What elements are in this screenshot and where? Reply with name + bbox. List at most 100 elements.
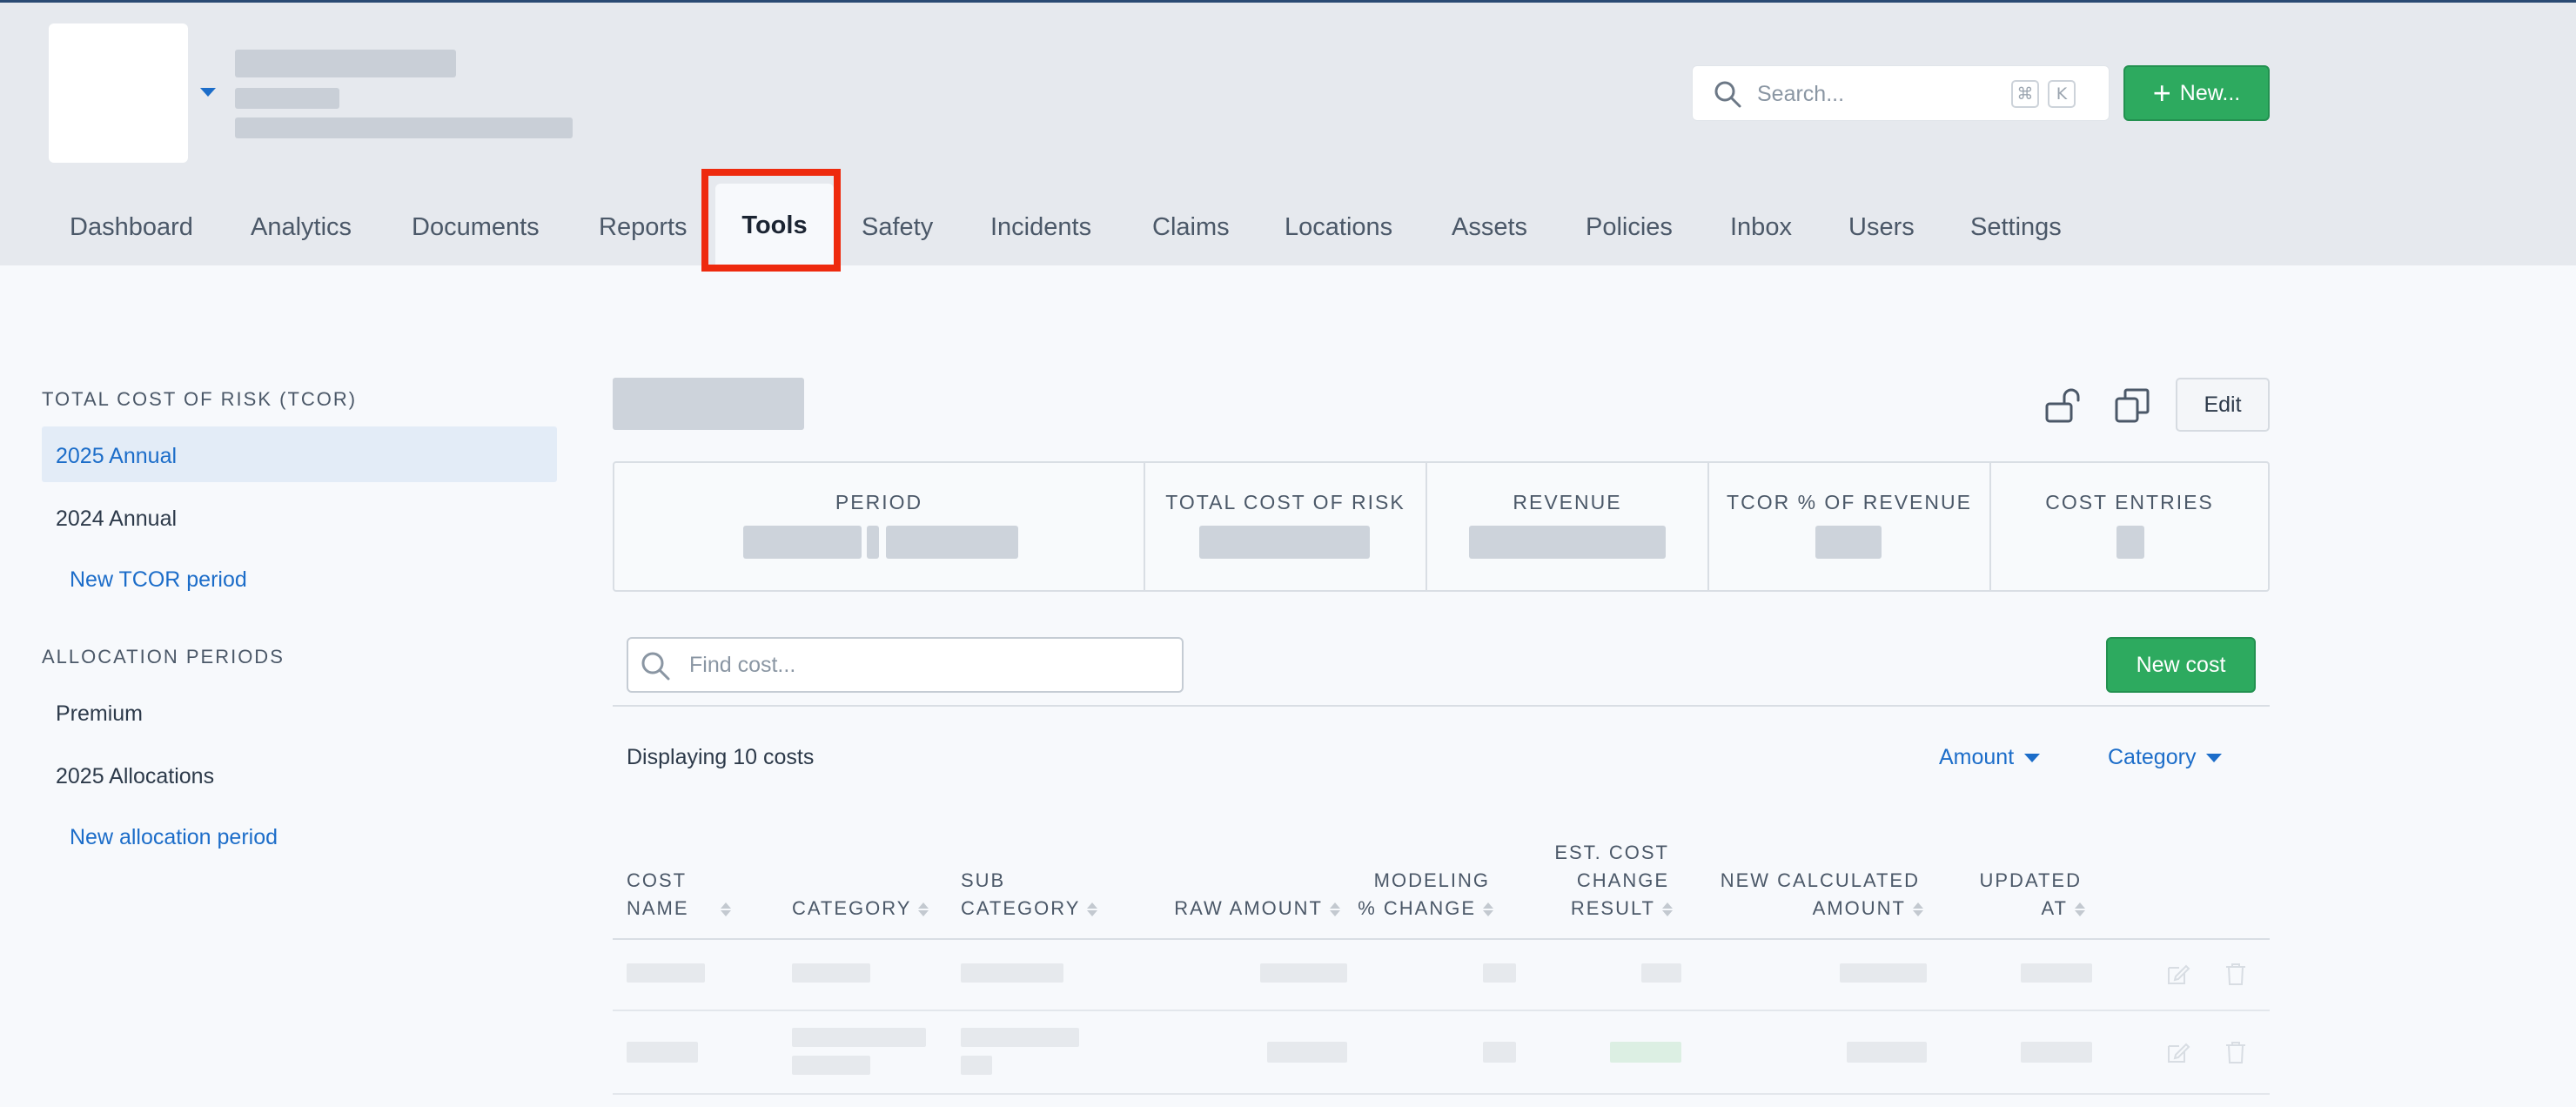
row-cell-placeholder — [1483, 1042, 1516, 1063]
org-subtitle-placeholder — [235, 88, 339, 109]
trash-icon[interactable] — [2223, 961, 2249, 987]
col-sub-category-line2: CATEGORY — [961, 897, 1081, 919]
row-cell-placeholder — [627, 1042, 698, 1063]
col-cost-name[interactable]: COST NAME — [627, 867, 731, 922]
plus-icon: + — [2152, 75, 2171, 111]
sort-icon — [2075, 902, 2085, 917]
col-raw-amount[interactable]: RAW AMOUNT — [1149, 895, 1340, 922]
col-est-cost-change[interactable]: EST. COST CHANGE RESULT — [1523, 839, 1673, 922]
new-allocation-period-link[interactable]: New allocation period — [70, 825, 278, 850]
col-category[interactable]: CATEGORY — [792, 895, 929, 922]
nav-tools[interactable]: Tools — [715, 184, 834, 267]
chevron-down-icon — [2024, 754, 2041, 763]
sort-icon — [918, 902, 929, 917]
col-updated-at[interactable]: UPDATED AT — [1949, 867, 2085, 922]
nav-users[interactable]: Users — [1848, 213, 1915, 242]
global-search[interactable]: Search... ⌘ K — [1692, 65, 2110, 121]
row-cell-placeholder — [1610, 1042, 1681, 1063]
col-cost-name-line2: NAME — [627, 897, 689, 919]
row-cell-placeholder — [2021, 963, 2092, 983]
row-cell-placeholder — [1641, 963, 1681, 983]
stat-total-cost: TOTAL COST OF RISK — [1145, 463, 1427, 590]
stat-entries-label: COST ENTRIES — [2045, 491, 2214, 513]
main-nav: Dashboard Analytics Documents Reports To… — [0, 168, 2576, 267]
stat-period-start-placeholder — [743, 526, 862, 559]
page-title-placeholder — [613, 378, 804, 430]
edit-button[interactable]: Edit — [2176, 378, 2270, 432]
results-count: Displaying 10 costs — [627, 745, 815, 769]
app-header: Search... ⌘ K + New... Dashboard Analyti… — [0, 3, 2576, 267]
col-sub-category-line1: SUB — [961, 869, 1006, 891]
stat-cost-entries: COST ENTRIES — [1991, 463, 2268, 590]
org-logo[interactable] — [49, 23, 188, 163]
col-modeling-line2: % CHANGE — [1358, 897, 1476, 919]
sidebar-item-2024-annual[interactable]: 2024 Annual — [42, 489, 557, 545]
col-new-calculated-amount[interactable]: NEW CALCULATED AMOUNT — [1680, 867, 1923, 922]
sidebar-item-premium[interactable]: Premium — [42, 684, 557, 740]
sidebar-item-2025-allocations[interactable]: 2025 Allocations — [42, 747, 557, 802]
nav-safety[interactable]: Safety — [862, 213, 933, 242]
tcor-heading: TOTAL COST OF RISK (TCOR) — [42, 388, 358, 410]
stat-period-label: PERIOD — [835, 491, 923, 513]
sort-icon — [1483, 902, 1493, 917]
edit-icon[interactable] — [2165, 961, 2191, 987]
nav-reports[interactable]: Reports — [599, 213, 688, 242]
find-cost-field[interactable] — [627, 637, 1184, 693]
col-category-label: CATEGORY — [792, 897, 912, 919]
tcor-summary: PERIOD TOTAL COST OF RISK REVENUE TCOR %… — [613, 461, 2270, 592]
new-tcor-period-link[interactable]: New TCOR period — [70, 567, 247, 593]
nav-analytics[interactable]: Analytics — [251, 213, 352, 242]
org-detail-placeholder — [235, 117, 573, 138]
find-cost-input[interactable] — [689, 647, 1159, 682]
sort-icon — [1330, 902, 1340, 917]
row-cell-placeholder — [961, 963, 1063, 983]
stat-revenue-value-placeholder — [1469, 526, 1666, 559]
new-button[interactable]: + New... — [2123, 65, 2270, 121]
stat-pct-label: TCOR % OF REVENUE — [1727, 491, 1972, 513]
nav-locations[interactable]: Locations — [1285, 213, 1392, 242]
col-cost-name-line1: COST — [627, 869, 688, 891]
chevron-down-icon[interactable] — [200, 88, 216, 97]
nav-settings[interactable]: Settings — [1970, 213, 2062, 242]
nav-dashboard[interactable]: Dashboard — [70, 213, 193, 242]
search-icon — [1714, 81, 1741, 108]
amount-filter-label: Amount — [1939, 745, 2015, 769]
sidebar-item-2025-annual[interactable]: 2025 Annual — [42, 426, 557, 482]
col-raw-amount-label: RAW AMOUNT — [1174, 897, 1323, 919]
row-cell-placeholder — [961, 1028, 1079, 1047]
copy-icon[interactable] — [2113, 386, 2151, 425]
row-cell-placeholder — [792, 1056, 870, 1075]
row-cell-placeholder — [1847, 1042, 1927, 1063]
col-updated-line1: UPDATED — [1979, 869, 2082, 891]
org-name-placeholder — [235, 50, 456, 77]
col-sub-category[interactable]: SUB CATEGORY — [961, 867, 1098, 922]
trash-icon[interactable] — [2223, 1039, 2249, 1065]
amount-filter[interactable]: Amount — [1939, 745, 2041, 770]
edit-icon[interactable] — [2165, 1039, 2191, 1065]
col-modeling-change[interactable]: MODELING % CHANGE — [1358, 867, 1493, 922]
row-cell-placeholder — [961, 1056, 992, 1075]
nav-incidents[interactable]: Incidents — [990, 213, 1091, 242]
row-cell-placeholder — [792, 1028, 926, 1047]
chevron-down-icon — [2206, 754, 2223, 763]
category-filter-label: Category — [2108, 745, 2197, 769]
nav-inbox[interactable]: Inbox — [1730, 213, 1792, 242]
stat-period: PERIOD — [614, 463, 1145, 590]
sort-icon — [1087, 902, 1098, 917]
stat-revenue: REVENUE — [1427, 463, 1709, 590]
stat-pct-value-placeholder — [1815, 526, 1882, 559]
col-est-cost-line1: EST. COST — [1554, 842, 1669, 863]
category-filter[interactable]: Category — [2108, 745, 2223, 770]
row-cell-placeholder — [1260, 963, 1347, 983]
col-updated-line2: AT — [2041, 897, 2068, 919]
col-est-cost-line3: RESULT — [1570, 897, 1655, 919]
nav-policies[interactable]: Policies — [1586, 213, 1673, 242]
nav-documents[interactable]: Documents — [412, 213, 540, 242]
row-cell-placeholder — [2021, 1042, 2092, 1063]
nav-assets[interactable]: Assets — [1452, 213, 1527, 242]
nav-claims[interactable]: Claims — [1152, 213, 1230, 242]
stat-revenue-label: REVENUE — [1513, 491, 1622, 513]
new-cost-button[interactable]: New cost — [2106, 637, 2256, 693]
stat-tcor-pct: TCOR % OF REVENUE — [1709, 463, 1991, 590]
unlock-icon[interactable] — [2043, 386, 2082, 425]
